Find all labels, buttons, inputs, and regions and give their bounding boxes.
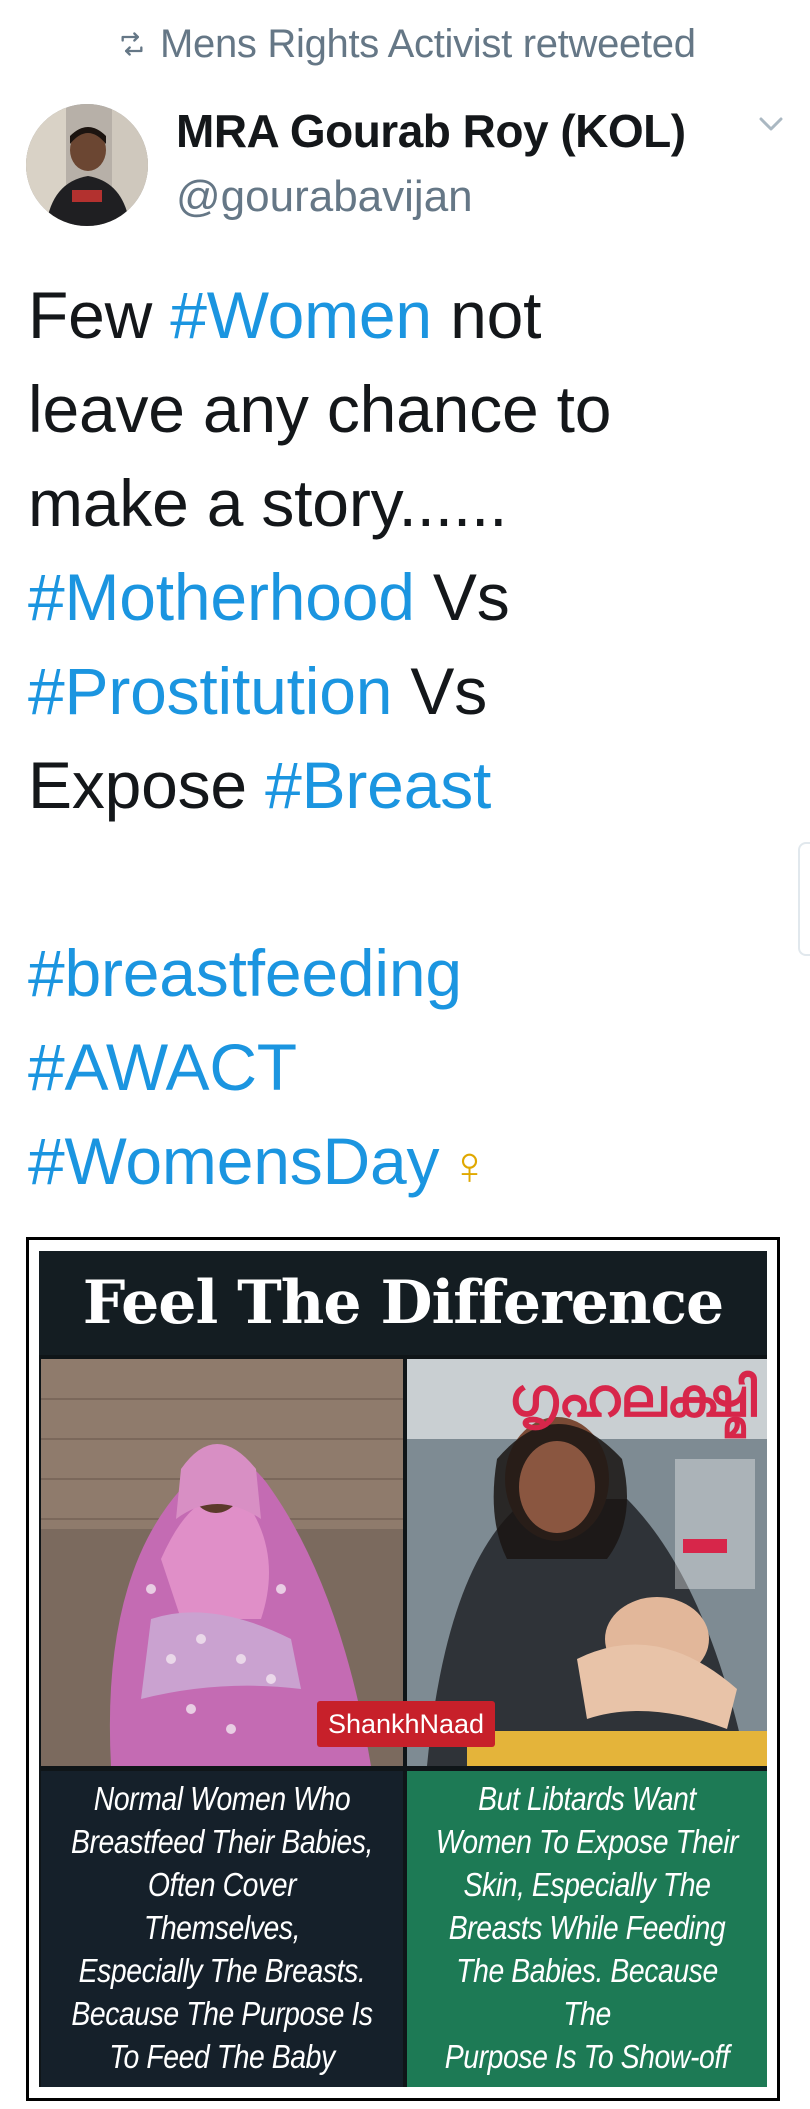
hashtag-link[interactable]: #Motherhood	[28, 560, 415, 634]
right-caption-panel: But Libtards Want Women To Expose Their …	[407, 1771, 767, 2087]
retweet-context[interactable]: Mens Rights Activist retweeted	[118, 16, 696, 72]
tweet-text-segment: make a story......	[28, 466, 508, 540]
hashtag-link[interactable]: #WomensDay	[28, 1124, 439, 1198]
tweet-line: Few #Women not	[28, 268, 788, 362]
tweet-line: #WomensDay ♀	[28, 1114, 788, 1208]
hashtag-link[interactable]: #breastfeeding	[28, 936, 462, 1010]
left-caption-panel: Normal Women Who Breastfeed Their Babies…	[41, 1771, 403, 2087]
meme-image: Feel The Difference ഗൃഹലക്ഷ്മി ShankhNaa…	[39, 1251, 767, 2087]
tweet-text-segment: leave any chance to	[28, 372, 612, 446]
tweet-text-segment: Few	[28, 278, 171, 352]
left-caption: Normal Women Who Breastfeed Their Babies…	[70, 1780, 374, 2087]
tweet-text-segment: not	[431, 278, 542, 352]
tweet-line: #Motherhood Vs	[28, 550, 788, 644]
tweet-text-segment: Vs	[392, 654, 488, 728]
side-scroll-handle[interactable]	[798, 842, 810, 956]
meme-banner: Feel The Difference	[39, 1251, 767, 1355]
tweet-line: #breastfeeding	[28, 926, 788, 1020]
tweet-text-segment: Expose	[28, 748, 266, 822]
avatar[interactable]	[26, 104, 148, 226]
tweet-line: leave any chance to	[28, 362, 788, 456]
right-caption: But Libtards Want Women To Expose Their …	[435, 1780, 739, 2087]
hashtag-link[interactable]: #Prostitution	[28, 654, 392, 728]
hashtag-link[interactable]: #Women	[170, 278, 432, 352]
author-handle[interactable]: @gourabavijan	[176, 172, 473, 222]
magazine-title: ഗൃഹലക്ഷ്മി	[508, 1366, 757, 1429]
tweet-line: make a story......	[28, 456, 788, 550]
chevron-down-icon[interactable]	[758, 116, 784, 137]
tweet-line: #AWACT	[28, 1020, 788, 1114]
female-sign-icon: ♀	[449, 1136, 490, 1196]
tweet-text: Few #Women not leave any chance to make a …	[28, 268, 788, 1208]
tweet-line: Expose #Breast	[28, 738, 788, 832]
author-name[interactable]: MRA Gourab Roy (KOL)	[176, 104, 686, 158]
watermark-label: ShankhNaad	[317, 1701, 495, 1747]
tweet-line	[28, 832, 788, 926]
hashtag-link[interactable]: #AWACT	[28, 1030, 297, 1104]
tweet-line: #Prostitution Vs	[28, 644, 788, 738]
tweet-text-segment: Vs	[414, 560, 510, 634]
retweet-label: Mens Rights Activist retweeted	[160, 21, 696, 66]
retweet-icon	[118, 30, 146, 58]
tweet-media[interactable]: Feel The Difference ഗൃഹലക്ഷ്മി ShankhNaa…	[26, 1237, 780, 2101]
hashtag-link[interactable]: #Breast	[265, 748, 491, 822]
